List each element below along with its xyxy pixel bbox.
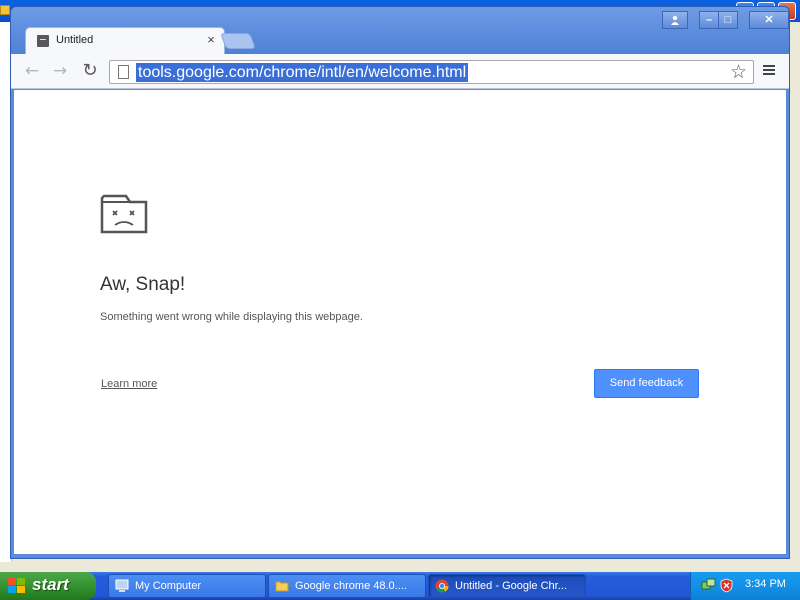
start-button[interactable]: start: [0, 572, 96, 600]
menu-line: [763, 69, 775, 71]
send-feedback-button[interactable]: Send feedback: [594, 369, 699, 398]
chrome-window: – □ ✕ Untitled × ← → ↻ tools.google.com/…: [10, 6, 790, 559]
address-bar[interactable]: tools.google.com/chrome/intl/en/welcome.…: [109, 60, 754, 84]
close-window-button[interactable]: ✕: [749, 11, 789, 29]
menu-line: [763, 73, 775, 75]
tab-untitled[interactable]: Untitled ×: [25, 27, 225, 54]
tab-title: Untitled: [56, 34, 94, 46]
windows-logo-icon: [8, 578, 26, 594]
taskbar-item-untitled-chrome[interactable]: Untitled - Google Chr...: [428, 574, 586, 598]
clock[interactable]: 3:34 PM: [745, 578, 786, 590]
new-tab-button[interactable]: [220, 33, 256, 49]
error-description: Something went wrong while displaying th…: [100, 311, 363, 323]
taskbar-item-label: My Computer: [135, 580, 202, 592]
back-button[interactable]: ←: [21, 61, 43, 81]
network-icon[interactable]: [701, 578, 716, 593]
taskbar-item-label: Google chrome 48.0....: [295, 580, 407, 592]
tab-close-icon[interactable]: ×: [204, 32, 218, 48]
bookmark-star-icon[interactable]: ☆: [730, 61, 747, 83]
computer-icon: [115, 579, 129, 592]
page-content: Aw, Snap! Something went wrong while dis…: [14, 90, 786, 554]
maximize-button[interactable]: □: [718, 11, 738, 29]
close-icon: ✕: [764, 14, 774, 26]
logo-red: [8, 578, 16, 585]
minimize-button[interactable]: –: [699, 11, 719, 29]
taskbar-item-label: Untitled - Google Chr...: [455, 580, 567, 592]
maximize-icon: □: [724, 14, 732, 26]
chrome-title-frame: – □ ✕ Untitled ×: [11, 7, 789, 57]
start-label: start: [32, 575, 69, 594]
reload-button[interactable]: ↻: [79, 61, 101, 81]
chrome-icon: [435, 579, 449, 593]
taskbar: start My Computer Google chrome 48.0....…: [0, 572, 800, 600]
url-text[interactable]: tools.google.com/chrome/intl/en/welcome.…: [136, 63, 469, 82]
security-shield-icon[interactable]: [719, 578, 734, 593]
logo-yellow: [17, 586, 25, 593]
minimize-icon: –: [705, 14, 713, 26]
sad-page-icon: [37, 35, 49, 47]
browser-toolbar: ← → ↻ tools.google.com/chrome/intl/en/we…: [11, 54, 789, 89]
sad-folder-icon: [100, 194, 148, 234]
chrome-menu-button[interactable]: [761, 63, 777, 79]
taskbar-item-chrome-folder[interactable]: Google chrome 48.0....: [268, 574, 426, 598]
forward-button[interactable]: →: [49, 61, 71, 81]
menu-line: [763, 65, 775, 67]
page-icon: [118, 65, 129, 79]
forward-arrow-icon: →: [52, 61, 68, 81]
error-title: Aw, Snap!: [100, 274, 186, 295]
reload-icon: ↻: [82, 60, 98, 81]
learn-more-link[interactable]: Learn more: [101, 378, 157, 390]
folder-icon: [275, 581, 289, 592]
taskbar-item-my-computer[interactable]: My Computer: [108, 574, 266, 598]
logo-blue: [8, 586, 16, 593]
folder-icon: [0, 5, 10, 15]
system-tray: 3:34 PM: [690, 572, 800, 600]
logo-green: [17, 578, 25, 585]
user-icon: [671, 15, 679, 25]
user-profile-button[interactable]: [662, 11, 688, 29]
back-arrow-icon: ←: [24, 61, 40, 81]
